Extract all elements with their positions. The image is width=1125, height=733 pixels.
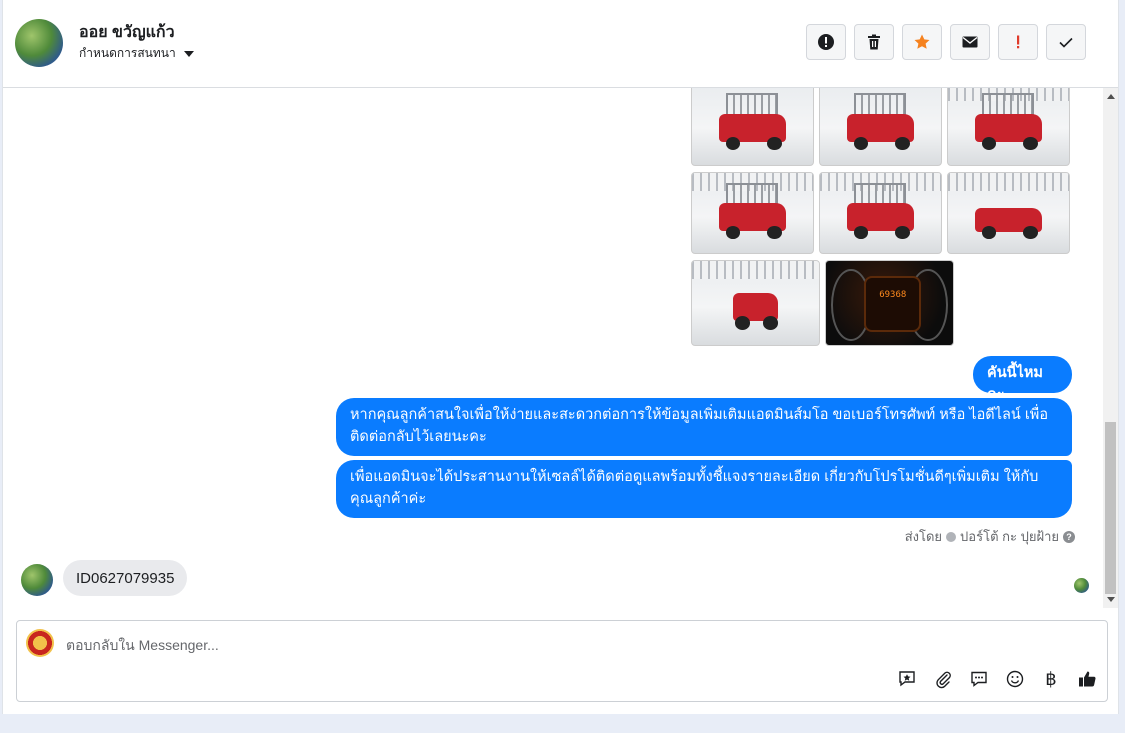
done-button[interactable] [1046,24,1086,60]
page-avatar [26,629,54,657]
car-photo[interactable] [819,88,942,166]
payment-button[interactable]: ฿ [1041,669,1061,689]
assign-conversation-dropdown[interactable]: กำหนดการสนทนา [79,44,194,63]
report-button[interactable] [806,24,846,60]
like-button[interactable] [1077,669,1097,689]
contact-name[interactable]: ออย ขวัญแก้ว [79,20,175,45]
car-photo[interactable] [947,88,1070,166]
car-photo[interactable] [691,260,820,346]
contact-avatar[interactable] [15,19,63,67]
currency-icon: ฿ [1045,668,1057,689]
emoji-button[interactable] [1005,669,1025,689]
attach-button[interactable] [933,669,953,689]
star-icon [914,34,930,49]
chat-icon [971,671,987,687]
dashboard-photo[interactable]: 69368 [825,260,954,346]
important-button[interactable] [998,24,1038,60]
saved-reply-button[interactable] [897,669,917,689]
car-photo[interactable] [819,172,942,254]
chat-button[interactable] [969,669,989,689]
sent-by-info: ส่งโดย ปอร์โต้ กะ ปุยฝ้าย ? [905,526,1075,547]
header-actions [806,24,1086,60]
incoming-message[interactable]: ID0627079935 [63,560,188,596]
mail-icon [962,36,978,48]
caret-down-icon [183,50,194,57]
reply-input[interactable]: ตอบกลับใน Messenger... [66,635,219,657]
star-button[interactable] [902,24,942,60]
like-icon [1079,671,1096,687]
report-icon [818,34,834,50]
thread-scrollbar[interactable] [1103,88,1118,608]
outgoing-message[interactable]: คันนี้ไหมคะ [973,356,1072,403]
conversation-header: ออย ขวัญแก้ว กำหนดการสนทนา [3,0,1118,88]
attachment-icon [936,671,951,689]
important-icon [1017,35,1020,49]
check-icon [1059,37,1073,48]
contact-avatar-small[interactable] [21,564,53,596]
composer-tools: ฿ [897,669,1097,689]
scroll-down-arrow-icon[interactable] [1107,597,1115,602]
emoji-icon [1006,670,1024,688]
message-thread: 69368 คันนี้ไหมคะ หากคุณลูกค้าสนใจเพื่อใ… [3,88,1118,608]
conversation-panel: ออย ขวัญแก้ว กำหนดการสนทนา 69368 คันนี้ไ… [2,0,1119,714]
odometer-reading: 69368 [879,289,907,300]
car-photo[interactable] [691,88,814,166]
help-icon[interactable]: ? [1063,530,1075,543]
trash-icon [868,34,880,50]
mark-unread-button[interactable] [950,24,990,60]
seen-indicator-avatar [1074,578,1089,593]
scrollbar-thumb[interactable] [1105,422,1116,594]
sender-avatar-dot [946,531,957,542]
scroll-up-arrow-icon[interactable] [1107,94,1115,99]
delete-button[interactable] [854,24,894,60]
outgoing-message[interactable]: หากคุณลูกค้าสนใจเพื่อให้ง่ายและสะดวกต่อก… [336,398,1072,456]
reply-composer[interactable]: ตอบกลับใน Messenger... ฿ [16,620,1108,702]
assign-label: กำหนดการสนทนา [79,46,176,60]
saved-reply-icon [899,671,915,687]
outgoing-message[interactable]: เพื่อแอดมินจะได้ประสานงานให้เซลล์ได้ติดต… [336,460,1072,518]
car-photo[interactable] [691,172,814,254]
sent-by-name[interactable]: ปอร์โต้ กะ ปุยฝ้าย [960,526,1059,547]
car-photo[interactable] [947,172,1070,254]
sent-by-prefix: ส่งโดย [904,529,943,544]
